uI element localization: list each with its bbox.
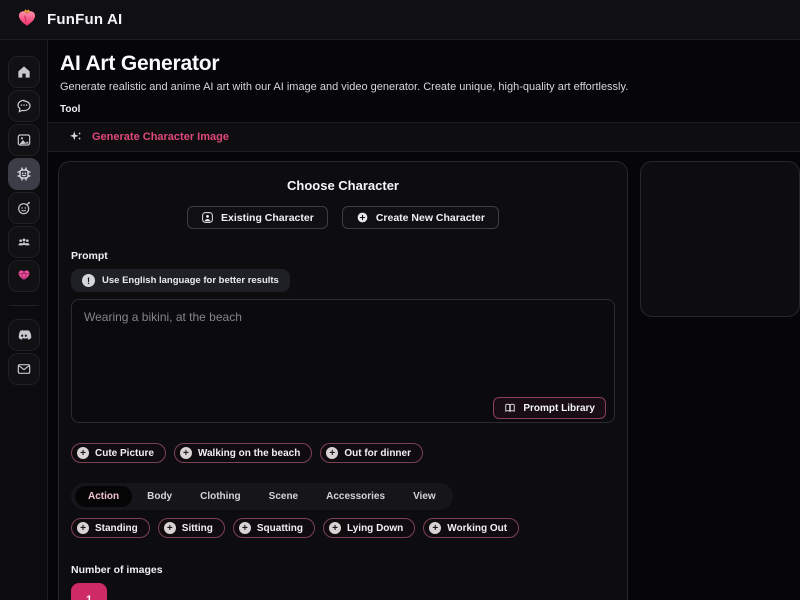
page-title: AI Art Generator [60, 52, 786, 76]
heart-logo-icon[interactable] [16, 9, 38, 31]
home-icon [16, 64, 32, 80]
gem-heart-icon [16, 268, 32, 284]
tool-row-generate-character-image[interactable]: Generate Character Image [48, 122, 800, 152]
sidebar [0, 40, 48, 600]
person-icon [201, 211, 214, 224]
app-root: FunFun AI [0, 0, 800, 600]
tab-accessories[interactable]: Accessories [313, 486, 398, 507]
mail-icon [16, 361, 32, 377]
info-icon: ! [82, 274, 95, 287]
action-pill-label: Lying Down [347, 523, 403, 534]
existing-character-label: Existing Character [221, 212, 314, 224]
tab-clothing[interactable]: Clothing [187, 486, 254, 507]
sidebar-item-community[interactable] [8, 226, 40, 258]
action-pill[interactable]: + Lying Down [323, 518, 415, 538]
action-pill-label: Squatting [257, 523, 303, 534]
sidebar-divider [9, 305, 39, 306]
tab-body[interactable]: Body [134, 486, 185, 507]
sidebar-item-favorites[interactable] [8, 260, 40, 292]
community-icon [16, 234, 32, 250]
sidebar-item-character[interactable] [8, 192, 40, 224]
number-of-images-label: Number of images [71, 564, 615, 576]
robot-face-icon [16, 200, 32, 216]
prompt-library-button[interactable]: Prompt Library [493, 397, 606, 419]
book-icon [504, 402, 516, 414]
action-pill-label: Sitting [182, 523, 213, 534]
tool-section-label: Tool [60, 104, 786, 115]
suggestion-pill[interactable]: + Out for dinner [320, 443, 423, 463]
tab-scene[interactable]: Scene [256, 486, 311, 507]
plus-icon: + [164, 522, 176, 534]
plus-icon: + [77, 522, 89, 534]
sparkle-icon [68, 130, 83, 145]
suggestion-label: Cute Picture [95, 448, 154, 459]
tool-link-label: Generate Character Image [92, 131, 229, 143]
create-new-character-button[interactable]: Create New Character [342, 206, 499, 229]
action-pills: + Standing + Sitting + Squatting + Lying… [71, 518, 615, 538]
action-pill-label: Standing [95, 523, 138, 534]
suggestion-pill[interactable]: + Cute Picture [71, 443, 166, 463]
choose-character-title: Choose Character [71, 178, 615, 193]
sidebar-item-home[interactable] [8, 56, 40, 88]
sidebar-item-gallery[interactable] [8, 124, 40, 156]
plus-icon: + [239, 522, 251, 534]
sidebar-item-contact[interactable] [8, 353, 40, 385]
preview-panel [640, 161, 800, 317]
tab-view[interactable]: View [400, 486, 449, 507]
sidebar-item-discord[interactable] [8, 319, 40, 351]
category-tabs: Action Body Clothing Scene Accessories V… [71, 483, 453, 510]
plus-icon: + [180, 447, 192, 459]
generator-panel: Choose Character Existing Character Crea… [58, 161, 628, 600]
suggestion-label: Out for dinner [344, 448, 411, 459]
plus-icon: + [329, 522, 341, 534]
page-subtitle: Generate realistic and anime AI art with… [60, 81, 786, 93]
plus-icon: + [326, 447, 338, 459]
language-notice-text: Use English language for better results [102, 275, 279, 286]
plus-icon: + [77, 447, 89, 459]
chat-icon [16, 98, 32, 114]
suggestion-label: Walking on the beach [198, 448, 300, 459]
sidebar-item-ai-generator[interactable] [8, 158, 40, 190]
main-content: AI Art Generator Generate realistic and … [48, 40, 800, 600]
create-new-character-label: Create New Character [376, 212, 485, 224]
existing-character-button[interactable]: Existing Character [187, 206, 328, 229]
gallery-icon [16, 132, 32, 148]
brand-name[interactable]: FunFun AI [47, 11, 122, 28]
sidebar-item-chat[interactable] [8, 90, 40, 122]
prompt-library-label: Prompt Library [523, 403, 595, 414]
tab-action[interactable]: Action [75, 486, 132, 507]
language-notice: ! Use English language for better result… [71, 269, 290, 292]
prompt-suggestions: + Cute Picture + Walking on the beach + … [71, 443, 615, 463]
action-pill[interactable]: + Working Out [423, 518, 519, 538]
action-pill-label: Working Out [447, 523, 507, 534]
ai-generator-chip-icon [16, 166, 32, 182]
action-pill[interactable]: + Standing [71, 518, 150, 538]
suggestion-pill[interactable]: + Walking on the beach [174, 443, 312, 463]
action-pill[interactable]: + Sitting [158, 518, 225, 538]
prompt-label: Prompt [71, 250, 615, 262]
action-pill[interactable]: + Squatting [233, 518, 315, 538]
plus-circle-icon [356, 211, 369, 224]
discord-icon [16, 327, 32, 343]
number-of-images-selected[interactable]: 1 [71, 583, 107, 600]
plus-icon: + [429, 522, 441, 534]
top-bar: FunFun AI [0, 0, 800, 40]
